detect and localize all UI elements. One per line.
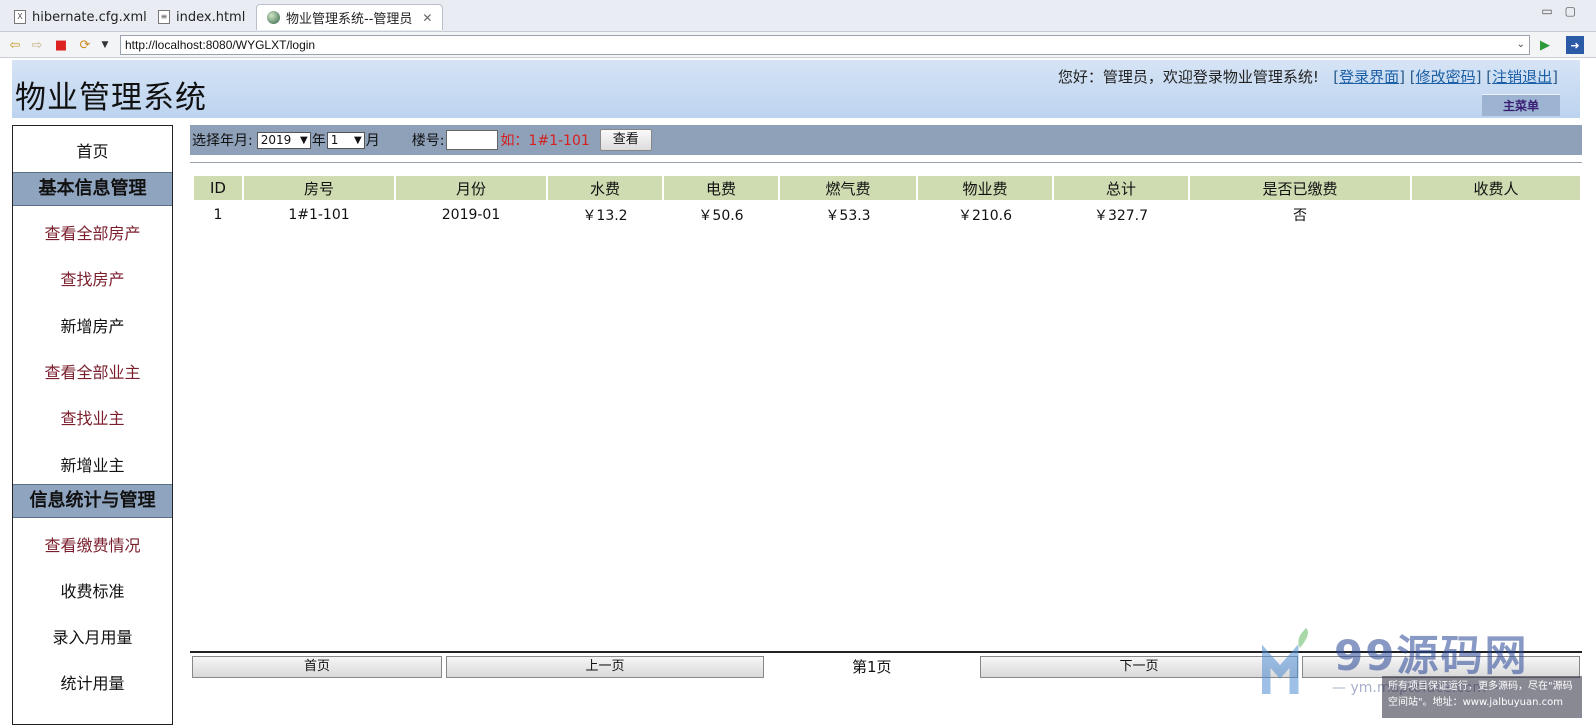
- col-paid: 是否已缴费: [1190, 176, 1410, 200]
- sidebar-item-enter-usage[interactable]: 录入月用量: [13, 624, 172, 648]
- year-month-label: 选择年月:: [192, 133, 253, 149]
- current-page-label: 第1页: [852, 658, 892, 676]
- cell-property-fee: ￥210.6: [957, 208, 1013, 224]
- sidebar-item-find-property[interactable]: 查找房产: [13, 266, 172, 290]
- sidebar-section-basic-info: 基本信息管理: [13, 172, 172, 206]
- sidebar-item-all-properties[interactable]: 查看全部房产: [13, 220, 172, 244]
- col-room: 房号: [244, 176, 394, 200]
- prev-page-button[interactable]: 上一页: [446, 656, 764, 678]
- fee-table: ID 房号 月份 水费 电费 燃气费 物业费 总计 是否已缴费 收费人 1 1#…: [192, 174, 1582, 230]
- chevron-down-icon[interactable]: ⌄: [1517, 36, 1525, 54]
- col-id: ID: [194, 176, 242, 200]
- cell-water: ￥13.2: [582, 208, 628, 224]
- building-hint: 如：1#1-101: [500, 133, 590, 149]
- tab-index-html[interactable]: ≡ index.html: [148, 4, 255, 30]
- month-value: 1: [330, 132, 339, 147]
- col-water: 水费: [548, 176, 662, 200]
- tab-label: index.html: [176, 9, 246, 25]
- sidebar-item-add-owner[interactable]: 新增业主: [13, 452, 172, 476]
- back-icon[interactable]: ⇦: [6, 36, 24, 54]
- browser-toolbar: ⇦ ⇨ ■ ⟳ ▼ http://localhost:8080/WYGLXT/l…: [0, 32, 1596, 58]
- cell-collector: [1412, 202, 1580, 228]
- year-suffix: 年: [311, 133, 326, 149]
- table-row: 1 1#1-101 2019-01 ￥13.2 ￥50.6 ￥53.3 ￥210…: [194, 202, 1580, 228]
- url-text: http://localhost:8080/WYGLXT/login: [125, 38, 316, 52]
- xml-file-icon: X: [14, 10, 26, 24]
- sidebar-section-statistics: 信息统计与管理: [13, 484, 172, 518]
- year-select[interactable]: 2019 ▼: [256, 131, 311, 149]
- chevron-down-icon: ▼: [300, 134, 308, 146]
- cell-month: 2019-01: [441, 207, 501, 223]
- welcome-bar: 您好：管理员，欢迎登录物业管理系统! [登录界面] [修改密码] [注销退出]: [1057, 68, 1558, 86]
- window-controls: ▭ ▢: [1541, 4, 1576, 18]
- site-header: 物业管理系统 您好：管理员，欢迎登录物业管理系统! [登录界面] [修改密码] …: [12, 60, 1580, 118]
- sidebar-item-find-owner[interactable]: 查找业主: [13, 405, 172, 429]
- building-label: 楼号:: [411, 133, 445, 149]
- year-value: 2019: [260, 132, 292, 147]
- cell-id: 1: [213, 207, 223, 223]
- url-field[interactable]: http://localhost:8080/WYGLXT/login ⌄: [120, 35, 1530, 55]
- main-menu-button[interactable]: 主菜单: [1482, 94, 1560, 116]
- col-gas: 燃气费: [780, 176, 916, 200]
- maximize-icon[interactable]: ▢: [1565, 4, 1576, 18]
- tab-property-system[interactable]: 物业管理系统--管理员 ✕: [256, 4, 444, 30]
- page-viewport: 物业管理系统 您好：管理员，欢迎登录物业管理系统! [登录界面] [修改密码] …: [0, 58, 1596, 725]
- view-button[interactable]: 查看: [599, 129, 652, 151]
- sidebar-item-all-owners[interactable]: 查看全部业主: [13, 359, 172, 383]
- sidebar-item-payment-status[interactable]: 查看缴费情况: [13, 532, 172, 556]
- month-select[interactable]: 1 ▼: [326, 131, 365, 149]
- watermark-logo-icon: [1262, 628, 1308, 694]
- logout-link[interactable]: 注销退出: [1492, 68, 1552, 86]
- site-title: 物业管理系统: [15, 80, 207, 116]
- open-external-icon[interactable]: ➜: [1566, 36, 1584, 54]
- first-page-button[interactable]: 首页: [192, 656, 442, 678]
- sidebar-item-add-property[interactable]: 新增房产: [13, 313, 172, 337]
- cell-total: ￥327.7: [1093, 208, 1149, 224]
- cell-paid: 否: [1293, 208, 1307, 224]
- col-month: 月份: [396, 176, 546, 200]
- next-page-button[interactable]: 下一页: [980, 656, 1298, 678]
- table-header-row: ID 房号 月份 水费 电费 燃气费 物业费 总计 是否已缴费 收费人: [194, 176, 1580, 200]
- month-suffix: 月: [365, 133, 380, 149]
- col-electric: 电费: [664, 176, 778, 200]
- filter-bar: 选择年月: 2019 ▼ 年 1 ▼ 月 楼号: 如：1#1-101 查看: [190, 125, 1582, 155]
- stop-icon[interactable]: ■: [52, 36, 70, 54]
- watermark: 99源码网 — ym.maptoface.com — 所有项目保证运行，更多源码…: [1262, 622, 1582, 718]
- col-collector: 收费人: [1412, 176, 1580, 200]
- go-icon[interactable]: ▶: [1536, 36, 1554, 54]
- col-total: 总计: [1054, 176, 1188, 200]
- refresh-icon[interactable]: ⟳: [76, 36, 94, 54]
- tab-label: hibernate.cfg.xml: [32, 9, 147, 25]
- forward-icon[interactable]: ⇨: [28, 36, 46, 54]
- change-password-link[interactable]: 修改密码: [1416, 68, 1476, 86]
- col-property-fee: 物业费: [918, 176, 1052, 200]
- chevron-down-icon: ▼: [354, 134, 362, 146]
- sidebar-item-home[interactable]: 首页: [13, 138, 172, 162]
- cell-electric: ￥50.6: [698, 208, 744, 224]
- close-icon[interactable]: ✕: [422, 11, 432, 25]
- dropdown-arrow-icon[interactable]: ▼: [96, 36, 114, 54]
- tab-label: 物业管理系统--管理员: [286, 12, 413, 27]
- welcome-text: 您好：管理员，欢迎登录物业管理系统!: [1057, 68, 1319, 86]
- cell-gas: ￥53.3: [825, 208, 871, 224]
- login-page-link[interactable]: 登录界面: [1339, 68, 1399, 86]
- watermark-note: 所有项目保证运行，更多源码，尽在"源码空间站"。地址：www.jalbuyuan…: [1382, 676, 1582, 718]
- sidebar-item-usage-stats[interactable]: 统计用量: [13, 670, 172, 694]
- globe-icon: [267, 11, 280, 24]
- watermark-brand: 99源码网: [1334, 631, 1529, 680]
- minimize-icon[interactable]: ▭: [1541, 4, 1552, 18]
- tab-hibernate-cfg[interactable]: X hibernate.cfg.xml: [4, 4, 157, 30]
- html-file-icon: ≡: [158, 10, 170, 24]
- cell-room: 1#1-101: [288, 207, 350, 223]
- editor-tab-bar: X hibernate.cfg.xml ≡ index.html 物业管理系统-…: [0, 0, 1596, 32]
- divider: [190, 162, 1582, 163]
- sidebar: 首页 基本信息管理 查看全部房产 查找房产 新增房产 查看全部业主 查找业主 新…: [12, 125, 173, 725]
- building-input[interactable]: [446, 130, 499, 150]
- sidebar-item-fee-standard[interactable]: 收费标准: [13, 578, 172, 602]
